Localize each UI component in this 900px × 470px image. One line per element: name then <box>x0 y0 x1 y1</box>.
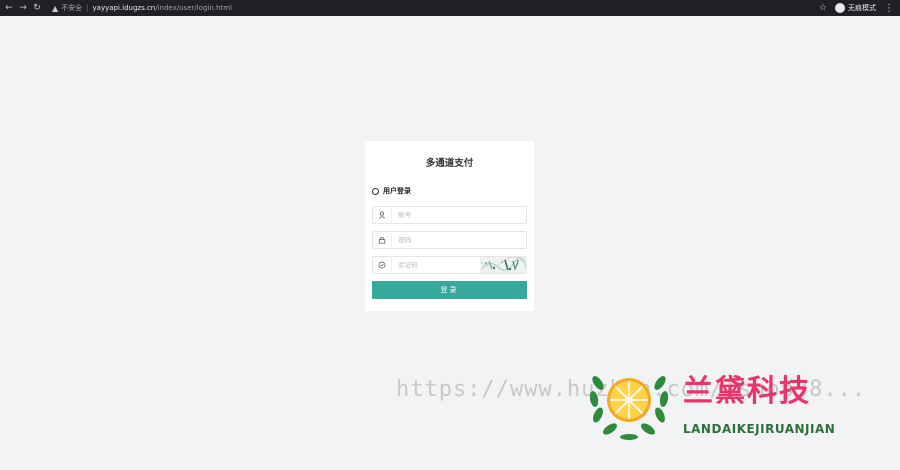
login-card: 多通道支付 用户登录 账号 验证码 登录 <box>365 141 534 311</box>
url-path: /index/user/login.html <box>155 4 232 12</box>
password-field <box>372 231 527 249</box>
address-bar[interactable]: ▲ 不安全 | yayyapi.idugzs.cn /index/user/lo… <box>52 0 819 16</box>
login-section-icon <box>372 187 379 195</box>
incognito-label: 无痕模式 <box>848 4 876 12</box>
menu-icon[interactable]: ⋮ <box>884 3 894 14</box>
user-icon <box>373 207 393 223</box>
captcha-field <box>372 256 527 274</box>
username-field <box>372 206 527 224</box>
browser-toolbar: ← → ↻ ▲ 不安全 | yayyapi.idugzs.cn /index/u… <box>0 0 900 16</box>
incognito-indicator[interactable]: 无痕模式 <box>835 3 876 13</box>
brand-name: 兰黛科技 <box>683 374 811 409</box>
incognito-icon <box>835 3 845 13</box>
shield-check-icon <box>373 257 393 273</box>
forward-icon[interactable]: → <box>16 0 30 16</box>
password-input[interactable] <box>392 232 526 248</box>
insecure-label: 不安全 <box>61 4 83 12</box>
section-heading: 用户登录 <box>372 186 411 196</box>
warning-icon: ▲ <box>52 3 59 13</box>
back-icon[interactable]: ← <box>2 0 16 16</box>
section-title-label: 用户登录 <box>383 187 411 195</box>
lock-icon <box>373 232 393 248</box>
brand-logo <box>588 363 670 441</box>
brand-subtitle: LANDAIKEJIRUANJIAN <box>683 422 836 436</box>
address-separator: | <box>86 4 89 12</box>
url-host: yayyapi.idugzs.cn <box>92 4 156 12</box>
captcha-image[interactable] <box>480 257 526 273</box>
page-title: 多通道支付 <box>425 158 474 169</box>
bookmark-star-icon[interactable]: ☆ <box>819 3 827 13</box>
login-button[interactable]: 登录 <box>372 281 527 299</box>
reload-icon[interactable]: ↻ <box>30 0 44 16</box>
username-input[interactable] <box>392 207 526 223</box>
